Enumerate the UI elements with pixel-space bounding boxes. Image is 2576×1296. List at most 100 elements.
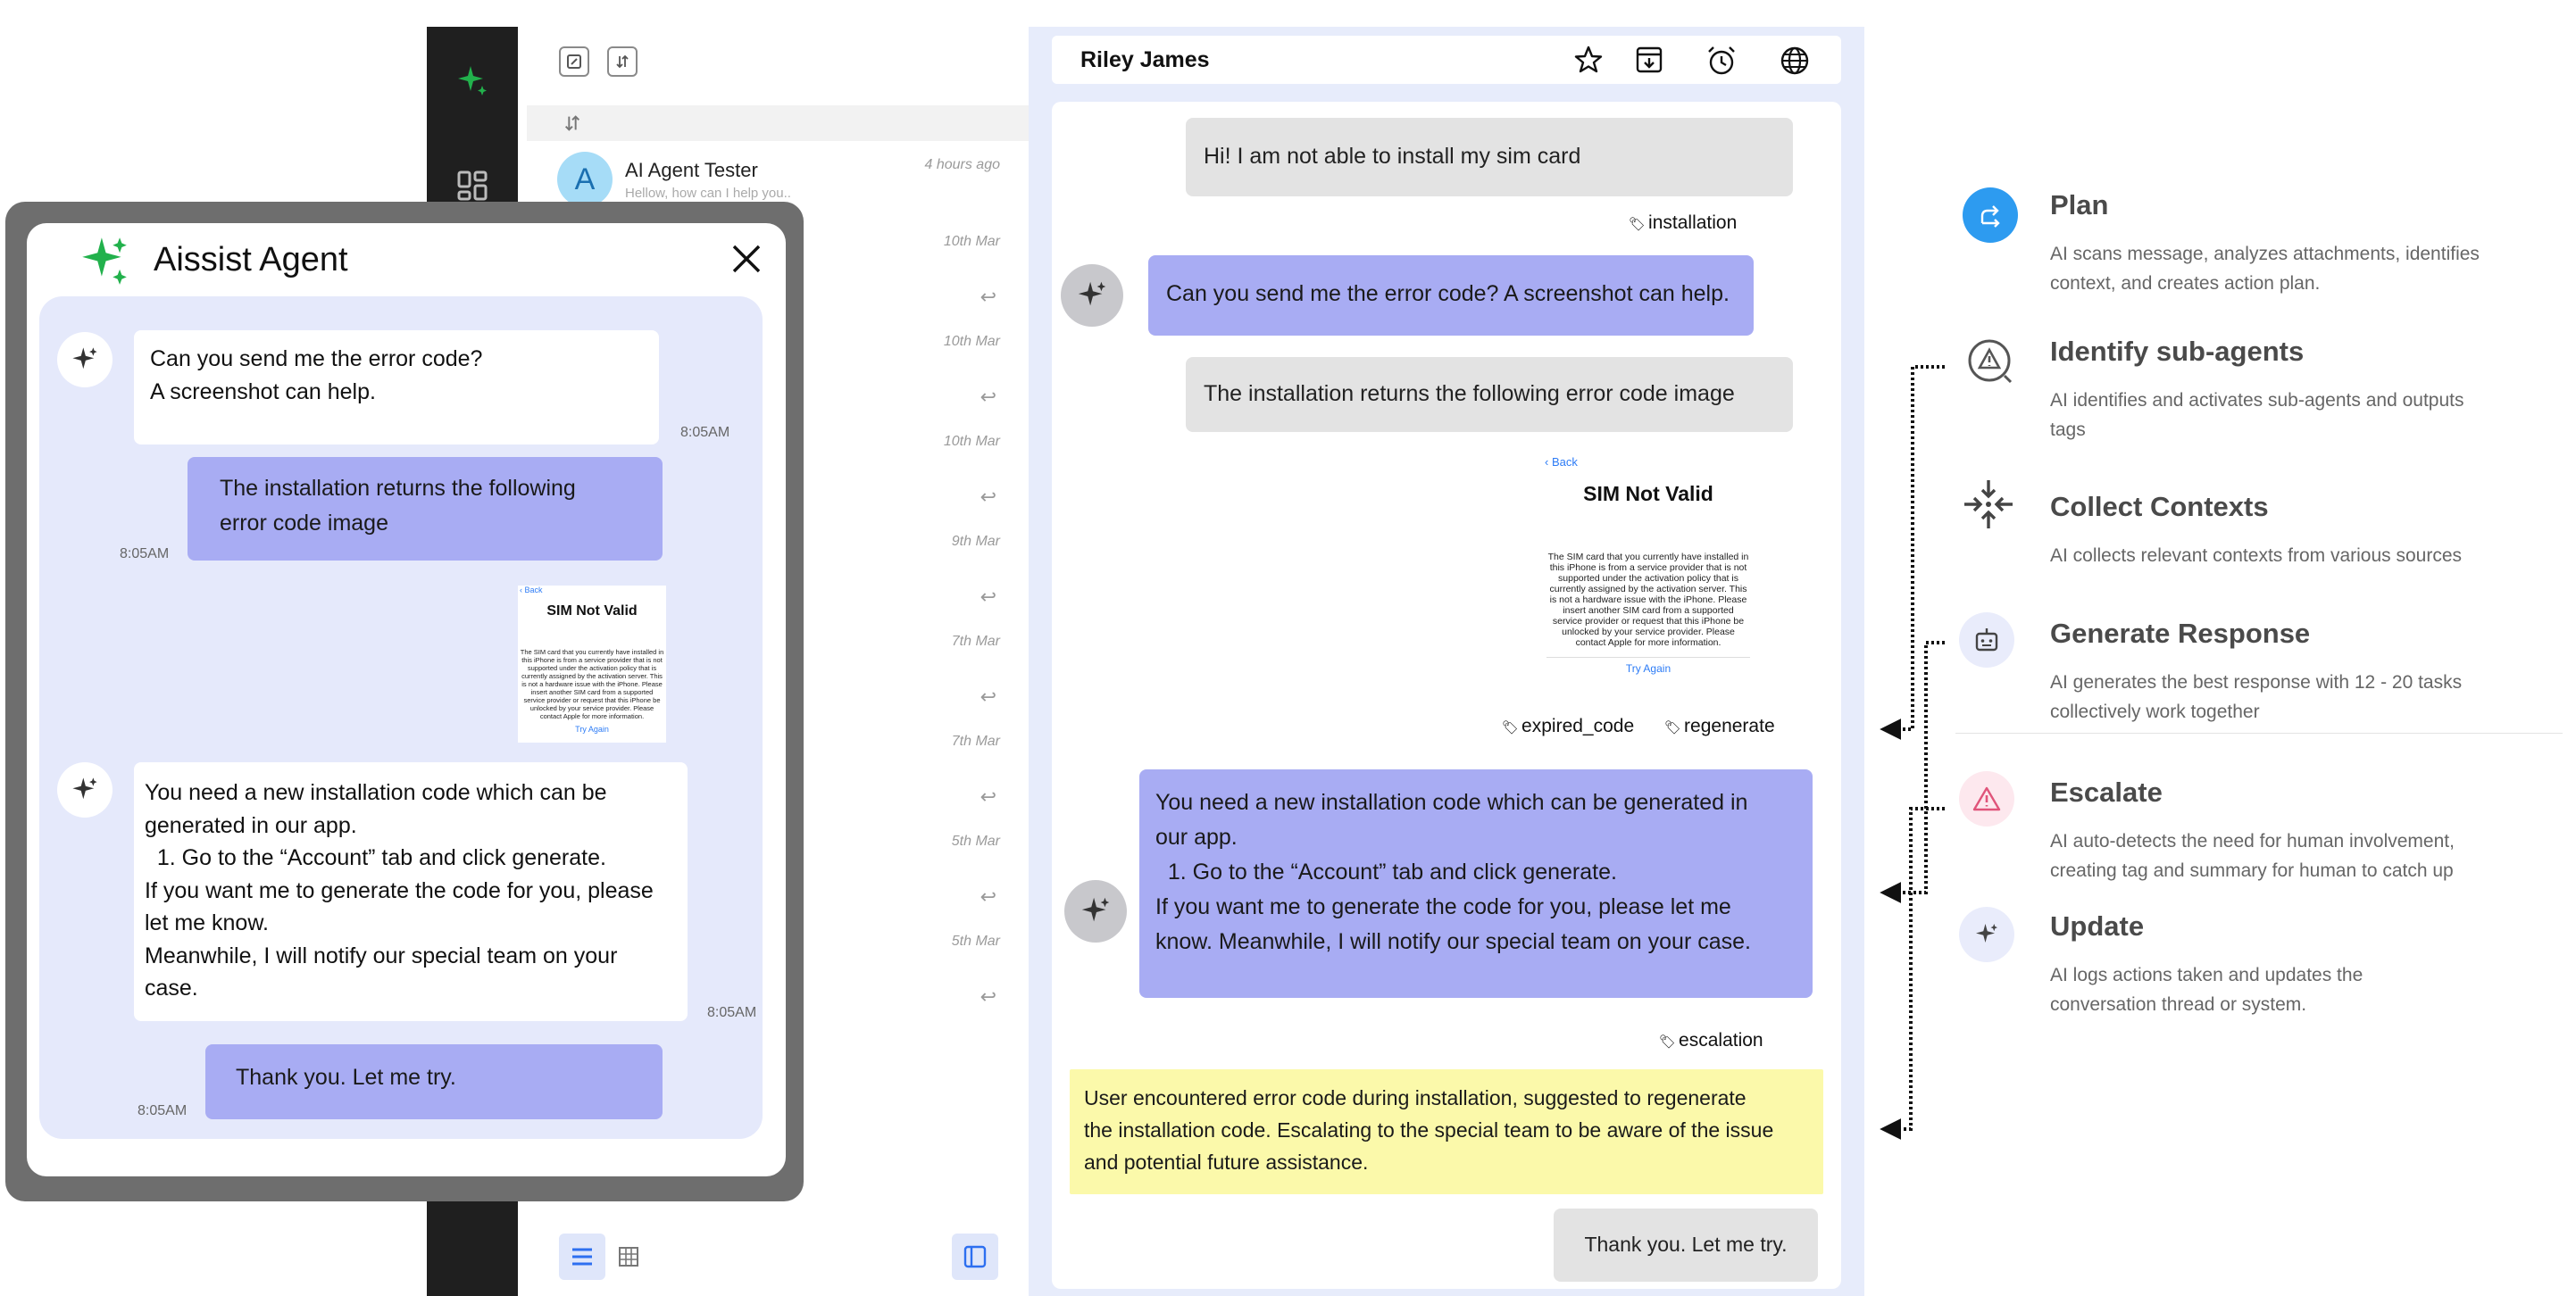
collapse-arrows-icon bbox=[1961, 477, 2016, 532]
panel-toggle-button[interactable] bbox=[952, 1234, 998, 1280]
reply-icon: ↩ bbox=[980, 685, 996, 708]
step-description: AI collects relevant contexts from vario… bbox=[2050, 545, 2463, 566]
message-date: 5th Mar bbox=[951, 934, 1000, 949]
tag-escalation[interactable]: 🏷 escalation bbox=[1659, 1030, 1763, 1051]
customer-message: The installation returns the following e… bbox=[1186, 357, 1793, 432]
branch-arrows-icon bbox=[1963, 187, 2018, 243]
message-date: 7th Mar bbox=[951, 634, 1000, 649]
screenshot-body: The SIM card that you currently have ins… bbox=[520, 648, 664, 720]
reply-icon: ↩ bbox=[980, 486, 996, 508]
flow-connectors bbox=[1880, 365, 1945, 1140]
tag-installation[interactable]: 🏷 installation bbox=[1629, 212, 1737, 234]
conversation-header: Riley James bbox=[1052, 36, 1841, 84]
contact-name: AI Agent Tester bbox=[625, 159, 758, 181]
reply-icon: ↩ bbox=[980, 286, 996, 308]
reply-icon: ↩ bbox=[980, 386, 996, 408]
screenshot-try-again: Try Again bbox=[575, 725, 609, 734]
step-description: AI scans message, analyzes attachments, … bbox=[2050, 244, 2480, 294]
sparkle-icon bbox=[1959, 907, 2014, 962]
reply-icon: ↩ bbox=[980, 785, 996, 808]
sparkle-icon bbox=[1081, 897, 1110, 922]
reply-icon: ↩ bbox=[980, 586, 996, 608]
screenshot-back-link: ‹ Back bbox=[1545, 455, 1578, 469]
aissist-agent-window: Aissist Agent Can you send me the error … bbox=[27, 223, 786, 1176]
message-time: 8:05AM bbox=[707, 1005, 757, 1020]
sort-arrows-icon bbox=[616, 54, 629, 69]
agent-avatar bbox=[1061, 264, 1123, 327]
message-thread: Hi! I am not able to install my sim card… bbox=[1052, 102, 1841, 1289]
screenshot-title: SIM Not Valid bbox=[1583, 482, 1713, 505]
sort-toggle-button[interactable] bbox=[607, 46, 638, 77]
conversation-panel: Riley James Hi! I am not able to install… bbox=[1029, 27, 1864, 1296]
agent-message: You need a new installation code which c… bbox=[134, 762, 688, 1021]
aissist-chat-area: Can you send me the error code? A screens… bbox=[39, 296, 763, 1139]
grid-icon bbox=[619, 1247, 638, 1267]
customer-message: Thank you. Let me try. bbox=[1554, 1209, 1818, 1282]
user-message: Thank you. Let me try. bbox=[205, 1044, 663, 1119]
message-date: 10th Mar bbox=[943, 434, 1000, 449]
aissist-logo-sparkle-icon bbox=[77, 232, 132, 292]
contact-name: Riley James bbox=[1080, 47, 1210, 72]
tag-expired-code[interactable]: 🏷 expired_code bbox=[1502, 716, 1634, 737]
globe-icon[interactable] bbox=[1779, 45, 1811, 81]
step-description: AI identifies and activates sub-agents a… bbox=[2050, 390, 2464, 440]
tag-icon: 🏷 bbox=[1502, 720, 1520, 735]
error-screenshot-image[interactable]: ‹ Back SIM Not Valid The SIM card that y… bbox=[518, 586, 666, 743]
tag-icon: 🏷 bbox=[1659, 1034, 1677, 1050]
agent-message: Can you send me the error code? A screen… bbox=[1148, 255, 1754, 336]
list-icon bbox=[572, 1248, 592, 1266]
warning-search-icon bbox=[1963, 334, 2018, 389]
grid-view-button[interactable] bbox=[605, 1234, 652, 1280]
message-date: 9th Mar bbox=[951, 534, 1000, 549]
reply-icon: ↩ bbox=[980, 885, 996, 908]
dashboard-grid-icon[interactable] bbox=[427, 170, 518, 202]
error-screenshot-image[interactable]: ‹ Back SIM Not Valid The SIM card that y… bbox=[1541, 452, 1755, 684]
agent-avatar bbox=[57, 332, 113, 387]
screenshot-back-link: ‹ Back bbox=[520, 586, 543, 594]
sparkle-icon bbox=[1078, 281, 1106, 306]
message-time: 8:05AM bbox=[138, 1103, 188, 1118]
sidebar-panel-icon bbox=[963, 1245, 987, 1268]
step-title: Collect Contexts bbox=[2050, 491, 2269, 522]
app-logo-sparkle-icon[interactable] bbox=[427, 62, 518, 98]
avatar: A bbox=[557, 152, 613, 207]
agent-avatar bbox=[1064, 880, 1127, 943]
sparkle-icon bbox=[72, 777, 97, 800]
agent-message: Can you send me the error code? A screens… bbox=[134, 330, 659, 444]
reply-icon: ↩ bbox=[980, 985, 996, 1008]
step-description: AI generates the best response with 12 -… bbox=[2050, 672, 2463, 722]
step-description: AI auto-detects the need for human invol… bbox=[2050, 831, 2455, 881]
tag-regenerate[interactable]: 🏷 regenerate bbox=[1664, 716, 1775, 737]
step-title: Escalate bbox=[2050, 777, 2163, 808]
message-date: 7th Mar bbox=[951, 734, 1000, 749]
message-preview: Hellow, how can I help you.. bbox=[625, 186, 791, 201]
sort-bar[interactable] bbox=[527, 105, 1029, 141]
message-date: 5th Mar bbox=[951, 834, 1000, 849]
divider bbox=[1955, 733, 2563, 734]
compose-button[interactable] bbox=[559, 46, 589, 77]
screenshot-title: SIM Not Valid bbox=[546, 603, 638, 619]
agent-avatar bbox=[57, 762, 113, 818]
step-description: AI logs actions taken and updates the con… bbox=[2050, 965, 2363, 1015]
tag-icon: 🏷 bbox=[1664, 720, 1682, 735]
step-title: Plan bbox=[2050, 189, 2109, 220]
alert-triangle-icon bbox=[1959, 771, 2014, 827]
message-time: 4 hours ago bbox=[924, 157, 1000, 172]
message-time: 8:05AM bbox=[680, 425, 730, 440]
aissist-title: Aissist Agent bbox=[154, 241, 348, 278]
close-icon[interactable] bbox=[729, 241, 764, 281]
step-title: Generate Response bbox=[2050, 618, 2311, 649]
robot-icon bbox=[1959, 612, 2014, 668]
screenshot-try-again: Try Again bbox=[1625, 662, 1671, 675]
step-title: Update bbox=[2050, 910, 2145, 942]
edit-icon bbox=[567, 54, 581, 69]
sparkle-icon bbox=[72, 347, 97, 370]
archive-icon[interactable] bbox=[1634, 45, 1664, 79]
customer-message: Hi! I am not able to install my sim card bbox=[1186, 118, 1793, 196]
star-icon[interactable] bbox=[1573, 45, 1604, 79]
user-message: The installation returns the following er… bbox=[188, 457, 663, 561]
agent-message: You need a new installation code which c… bbox=[1139, 769, 1813, 998]
alarm-clock-icon[interactable] bbox=[1705, 45, 1738, 81]
list-view-button[interactable] bbox=[559, 1234, 605, 1280]
message-date: 10th Mar bbox=[943, 334, 1000, 349]
